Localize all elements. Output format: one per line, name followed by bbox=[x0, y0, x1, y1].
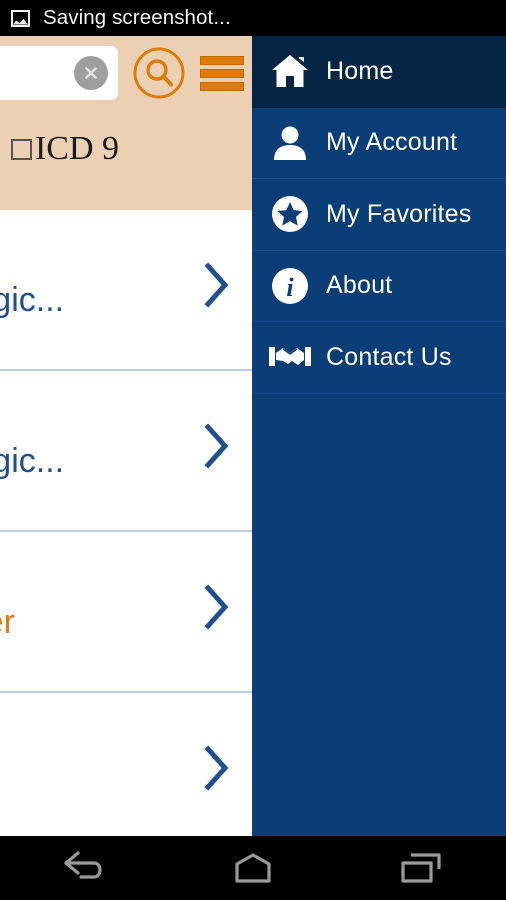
chevron-right-icon[interactable] bbox=[204, 262, 230, 308]
svg-text:i: i bbox=[286, 273, 294, 302]
star-circle-icon bbox=[268, 195, 312, 233]
search-header: ICD 9 bbox=[0, 36, 252, 210]
menu-bar-2 bbox=[200, 69, 244, 78]
table-row[interactable]: M Code norrhagic... bbox=[0, 371, 252, 532]
navigation-drawer: Home My Account My Favorites i About Con… bbox=[252, 36, 506, 836]
search-input[interactable] bbox=[0, 46, 118, 100]
magnifier-circle-icon[interactable] bbox=[132, 46, 186, 100]
chevron-right-icon[interactable] bbox=[204, 423, 230, 469]
recents-squares-icon[interactable] bbox=[337, 836, 506, 900]
drawer-item-my-favorites[interactable]: My Favorites bbox=[252, 179, 506, 251]
status-bar: Saving screenshot... bbox=[0, 0, 506, 36]
result-desc-plain: norrhagic... bbox=[0, 442, 65, 480]
back-arrow-icon[interactable] bbox=[0, 836, 169, 900]
person-icon bbox=[268, 124, 312, 162]
drawer-item-label: My Favorites bbox=[326, 199, 472, 228]
drawer-item-about[interactable]: i About bbox=[252, 250, 506, 322]
drawer-item-label: Home bbox=[326, 56, 394, 85]
chevron-right-icon[interactable] bbox=[204, 745, 230, 791]
drawer-item-contact-us[interactable]: Contact Us bbox=[252, 322, 506, 394]
content-inner: ICD 9 Code norrhagic... M Code norrha bbox=[0, 36, 252, 836]
drawer-item-label: Contact Us bbox=[326, 342, 452, 371]
drawer-item-label: My Account bbox=[326, 128, 458, 157]
table-row[interactable]: M Code ric fever bbox=[0, 532, 252, 693]
result-description: norrhagic... bbox=[0, 441, 64, 482]
android-navigation-bar bbox=[0, 836, 506, 900]
screen: Saving screenshot... ICD 9 gic... gic...… bbox=[0, 0, 506, 900]
home-pentagon-icon[interactable] bbox=[169, 836, 338, 900]
handshake-icon bbox=[268, 343, 312, 371]
status-bar-text: Saving screenshot... bbox=[43, 6, 231, 29]
menu-bar-1 bbox=[200, 56, 244, 65]
app-area: ICD 9 Code norrhagic... M Code norrha bbox=[0, 36, 506, 836]
result-description: norrhagic... bbox=[0, 280, 64, 321]
icd9-checkbox[interactable] bbox=[10, 138, 32, 160]
results-list: Code norrhagic... M Code norrhagic... bbox=[0, 210, 252, 836]
content-pane: ICD 9 Code norrhagic... M Code norrha bbox=[0, 36, 252, 836]
screenshot-image-icon bbox=[11, 9, 30, 27]
table-row[interactable]: CM Code fever) bbox=[0, 693, 252, 836]
clear-circle-x-icon[interactable] bbox=[74, 56, 108, 90]
search-row bbox=[0, 42, 252, 104]
home-icon bbox=[268, 53, 312, 89]
drawer-item-label: About bbox=[326, 271, 393, 300]
drawer-item-home[interactable]: Home bbox=[252, 36, 506, 108]
info-circle-icon: i bbox=[268, 267, 312, 305]
table-row[interactable]: Code norrhagic... bbox=[0, 210, 252, 371]
result-desc-highlight: fever bbox=[0, 603, 15, 641]
chevron-right-icon[interactable] bbox=[204, 584, 230, 630]
drawer-item-my-account[interactable]: My Account bbox=[252, 107, 506, 179]
result-description: ric fever bbox=[0, 602, 15, 643]
result-desc-plain: norrhagic... bbox=[0, 281, 65, 319]
hamburger-menu-icon[interactable] bbox=[200, 56, 244, 91]
icd9-filter[interactable]: ICD 9 bbox=[0, 132, 252, 166]
icd9-label: ICD 9 bbox=[34, 130, 120, 167]
menu-bar-3 bbox=[200, 82, 244, 91]
